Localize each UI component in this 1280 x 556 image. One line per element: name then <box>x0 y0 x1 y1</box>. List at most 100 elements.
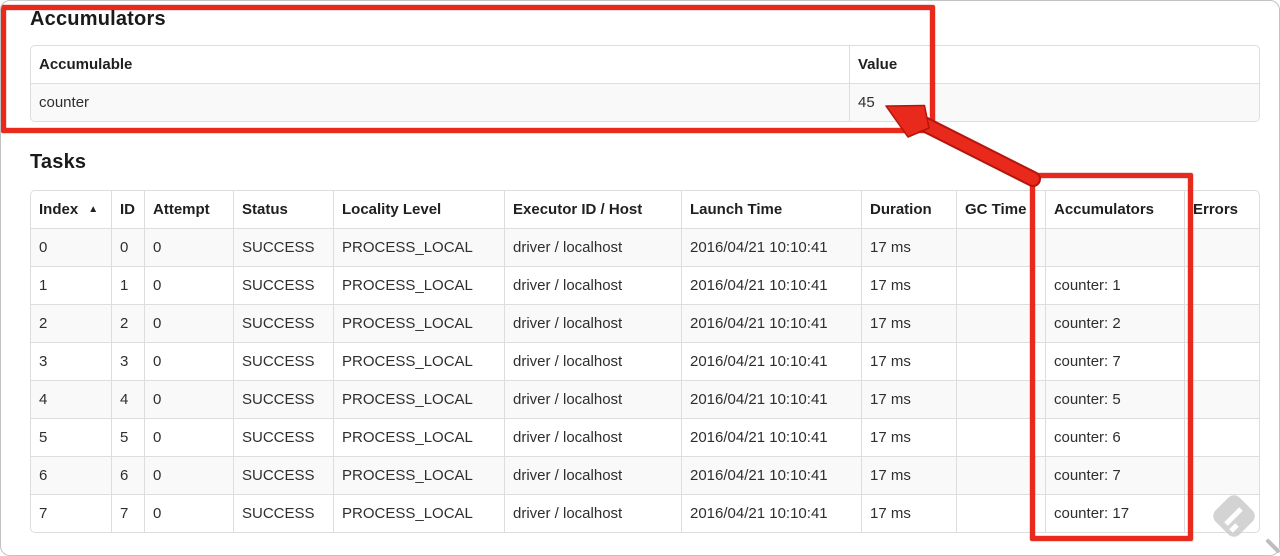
column-header-status[interactable]: Status <box>233 191 333 228</box>
column-header-label: Accumulators <box>1054 201 1155 218</box>
column-header-locality-level[interactable]: Locality Level <box>333 191 504 228</box>
column-header-label: GC Time <box>965 201 1027 218</box>
table-cell: driver / localhost <box>504 494 681 532</box>
table-cell: 6 <box>111 456 144 494</box>
table-cell: 0 <box>111 228 144 266</box>
column-header-label: Locality Level <box>342 201 442 218</box>
column-header-attempt[interactable]: Attempt <box>144 191 233 228</box>
table-cell: 7 <box>31 494 111 532</box>
table-cell: 1 <box>31 266 111 304</box>
column-header-label: Accumulable <box>39 56 133 73</box>
table-cell: PROCESS_LOCAL <box>333 494 504 532</box>
table-cell: 2016/04/21 10:10:41 <box>681 418 861 456</box>
table-cell: 2016/04/21 10:10:41 <box>681 456 861 494</box>
table-cell: SUCCESS <box>233 266 333 304</box>
table-cell: SUCCESS <box>233 228 333 266</box>
table-cell: PROCESS_LOCAL <box>333 380 504 418</box>
table-cell: PROCESS_LOCAL <box>333 456 504 494</box>
table-cell <box>1184 380 1259 418</box>
table-cell <box>956 418 1045 456</box>
column-header-accumulators[interactable]: Accumulators <box>1045 191 1184 228</box>
table-cell: PROCESS_LOCAL <box>333 418 504 456</box>
table-cell: counter: 2 <box>1045 304 1184 342</box>
column-header-label: Executor ID / Host <box>513 201 643 218</box>
column-header-executor-id-host[interactable]: Executor ID / Host <box>504 191 681 228</box>
table-cell <box>1184 304 1259 342</box>
table-cell: counter: 17 <box>1045 494 1184 532</box>
table-cell <box>956 380 1045 418</box>
table-cell <box>956 456 1045 494</box>
column-header-label: Errors <box>1193 201 1239 218</box>
table-cell <box>956 304 1045 342</box>
table-cell: 17 ms <box>861 418 956 456</box>
table-cell: 45 <box>849 83 1259 121</box>
table-cell: PROCESS_LOCAL <box>333 266 504 304</box>
column-header-launch-time[interactable]: Launch Time <box>681 191 861 228</box>
table-cell: driver / localhost <box>504 418 681 456</box>
column-header-label: ID <box>120 201 135 218</box>
column-header-value[interactable]: Value <box>849 46 1259 83</box>
column-header-label: Value <box>858 56 898 73</box>
table-cell <box>1045 228 1184 266</box>
column-header-duration[interactable]: Duration <box>861 191 956 228</box>
table-cell: 2 <box>31 304 111 342</box>
table-cell: 2016/04/21 10:10:41 <box>681 266 861 304</box>
table-cell: 0 <box>31 228 111 266</box>
table-cell: 17 ms <box>861 228 956 266</box>
table-row: 2 2 0 SUCCESS PROCESS_LOCAL driver / localhos… <box>31 304 1259 342</box>
column-header-id[interactable]: ID <box>111 191 144 228</box>
table-cell: SUCCESS <box>233 304 333 342</box>
table-row: counter 45 <box>31 83 1259 121</box>
table-cell <box>956 342 1045 380</box>
table-row: 4 4 0 SUCCESS PROCESS_LOCAL driver / localhos… <box>31 380 1259 418</box>
table-cell: 3 <box>111 342 144 380</box>
column-header-accumulable[interactable]: Accumulable <box>31 46 849 83</box>
column-header-label: Index <box>39 201 79 218</box>
cursor-artifact <box>1265 538 1280 554</box>
table-cell: 2016/04/21 10:10:41 <box>681 228 861 266</box>
table-cell: PROCESS_LOCAL <box>333 228 504 266</box>
table-cell: PROCESS_LOCAL <box>333 342 504 380</box>
table-cell: SUCCESS <box>233 494 333 532</box>
table-cell: counter: 7 <box>1045 342 1184 380</box>
table-cell: driver / localhost <box>504 456 681 494</box>
column-header-gc-time[interactable]: GC Time <box>956 191 1045 228</box>
table-cell: 2016/04/21 10:10:41 <box>681 304 861 342</box>
table-cell: 0 <box>144 228 233 266</box>
table-row: 5 5 0 SUCCESS PROCESS_LOCAL driver / localhos… <box>31 418 1259 456</box>
table-row: 0 0 0 SUCCESS PROCESS_LOCAL driver / localhos… <box>31 228 1259 266</box>
column-header-label: Launch Time <box>690 201 783 218</box>
table-cell: 0 <box>144 342 233 380</box>
table-cell: SUCCESS <box>233 456 333 494</box>
table-cell: SUCCESS <box>233 418 333 456</box>
table-cell: 2016/04/21 10:10:41 <box>681 342 861 380</box>
column-header-label: Duration <box>870 201 932 218</box>
table-cell: 0 <box>144 494 233 532</box>
table-cell <box>956 228 1045 266</box>
feedly-logo-watermark <box>1213 495 1255 537</box>
tasks-header-row: Index ▲ ID Attempt Status Locality Level Execu… <box>31 191 1259 228</box>
table-cell: counter <box>31 83 849 121</box>
column-header-index[interactable]: Index ▲ <box>31 191 111 228</box>
table-cell: counter: 7 <box>1045 456 1184 494</box>
table-cell: 17 ms <box>861 456 956 494</box>
table-cell: 7 <box>111 494 144 532</box>
table-cell: 5 <box>111 418 144 456</box>
table-cell: 3 <box>31 342 111 380</box>
accumulable-header-row: Accumulable Value <box>31 46 1259 83</box>
table-cell: 17 ms <box>861 266 956 304</box>
table-cell: counter: 1 <box>1045 266 1184 304</box>
table-row: 3 3 0 SUCCESS PROCESS_LOCAL driver / localhos… <box>31 342 1259 380</box>
table-cell: 4 <box>31 380 111 418</box>
table-cell: 17 ms <box>861 494 956 532</box>
table-cell: 17 ms <box>861 304 956 342</box>
table-cell: 6 <box>31 456 111 494</box>
table-cell: 1 <box>111 266 144 304</box>
table-cell <box>1184 228 1259 266</box>
table-cell: SUCCESS <box>233 380 333 418</box>
table-cell <box>956 266 1045 304</box>
table-cell: 2 <box>111 304 144 342</box>
table-cell: 0 <box>144 380 233 418</box>
column-header-errors[interactable]: Errors <box>1184 191 1259 228</box>
table-cell <box>1184 342 1259 380</box>
